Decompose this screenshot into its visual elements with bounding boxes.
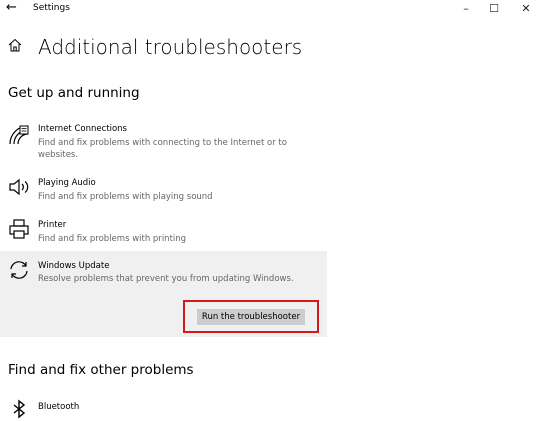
item-title-bluetooth: Bluetooth — [38, 402, 80, 412]
item-title-printer: Printer — [38, 220, 67, 230]
item-title-windows-update: Windows Update — [38, 261, 110, 271]
home-icon — [8, 38, 22, 52]
wifi-icon — [9, 125, 29, 145]
item-description-audio: Find and fix problems with playing sound — [38, 192, 213, 202]
run-troubleshooter-button[interactable]: Run the troubleshooter — [197, 309, 305, 325]
item-title-internet: Internet Connections — [38, 124, 127, 134]
maximize-button[interactable]: ☐ — [480, 0, 508, 16]
run-troubleshooter-highlight: Run the troubleshooter — [183, 300, 319, 333]
close-button[interactable]: ✕ — [512, 0, 540, 16]
item-description-windows-update: Resolve problems that prevent you from u… — [38, 274, 294, 284]
refresh-icon — [10, 261, 28, 279]
speaker-icon — [9, 178, 29, 196]
item-description-printer: Find and fix problems with printing — [38, 234, 187, 244]
window-title: Settings — [33, 3, 70, 13]
item-title-audio: Playing Audio — [38, 178, 96, 188]
back-arrow-icon[interactable]: ← — [6, 1, 17, 15]
section-heading-other-problems: Find and fix other problems — [8, 362, 194, 378]
page-title: Additional troubleshooters — [38, 35, 303, 59]
bluetooth-icon — [13, 399, 26, 419]
printer-icon — [9, 219, 29, 239]
section-heading-get-up-and-running: Get up and running — [8, 85, 140, 101]
minimize-button[interactable]: – — [452, 0, 480, 16]
item-description-internet: Find and fix problems with connecting to… — [38, 138, 287, 160]
